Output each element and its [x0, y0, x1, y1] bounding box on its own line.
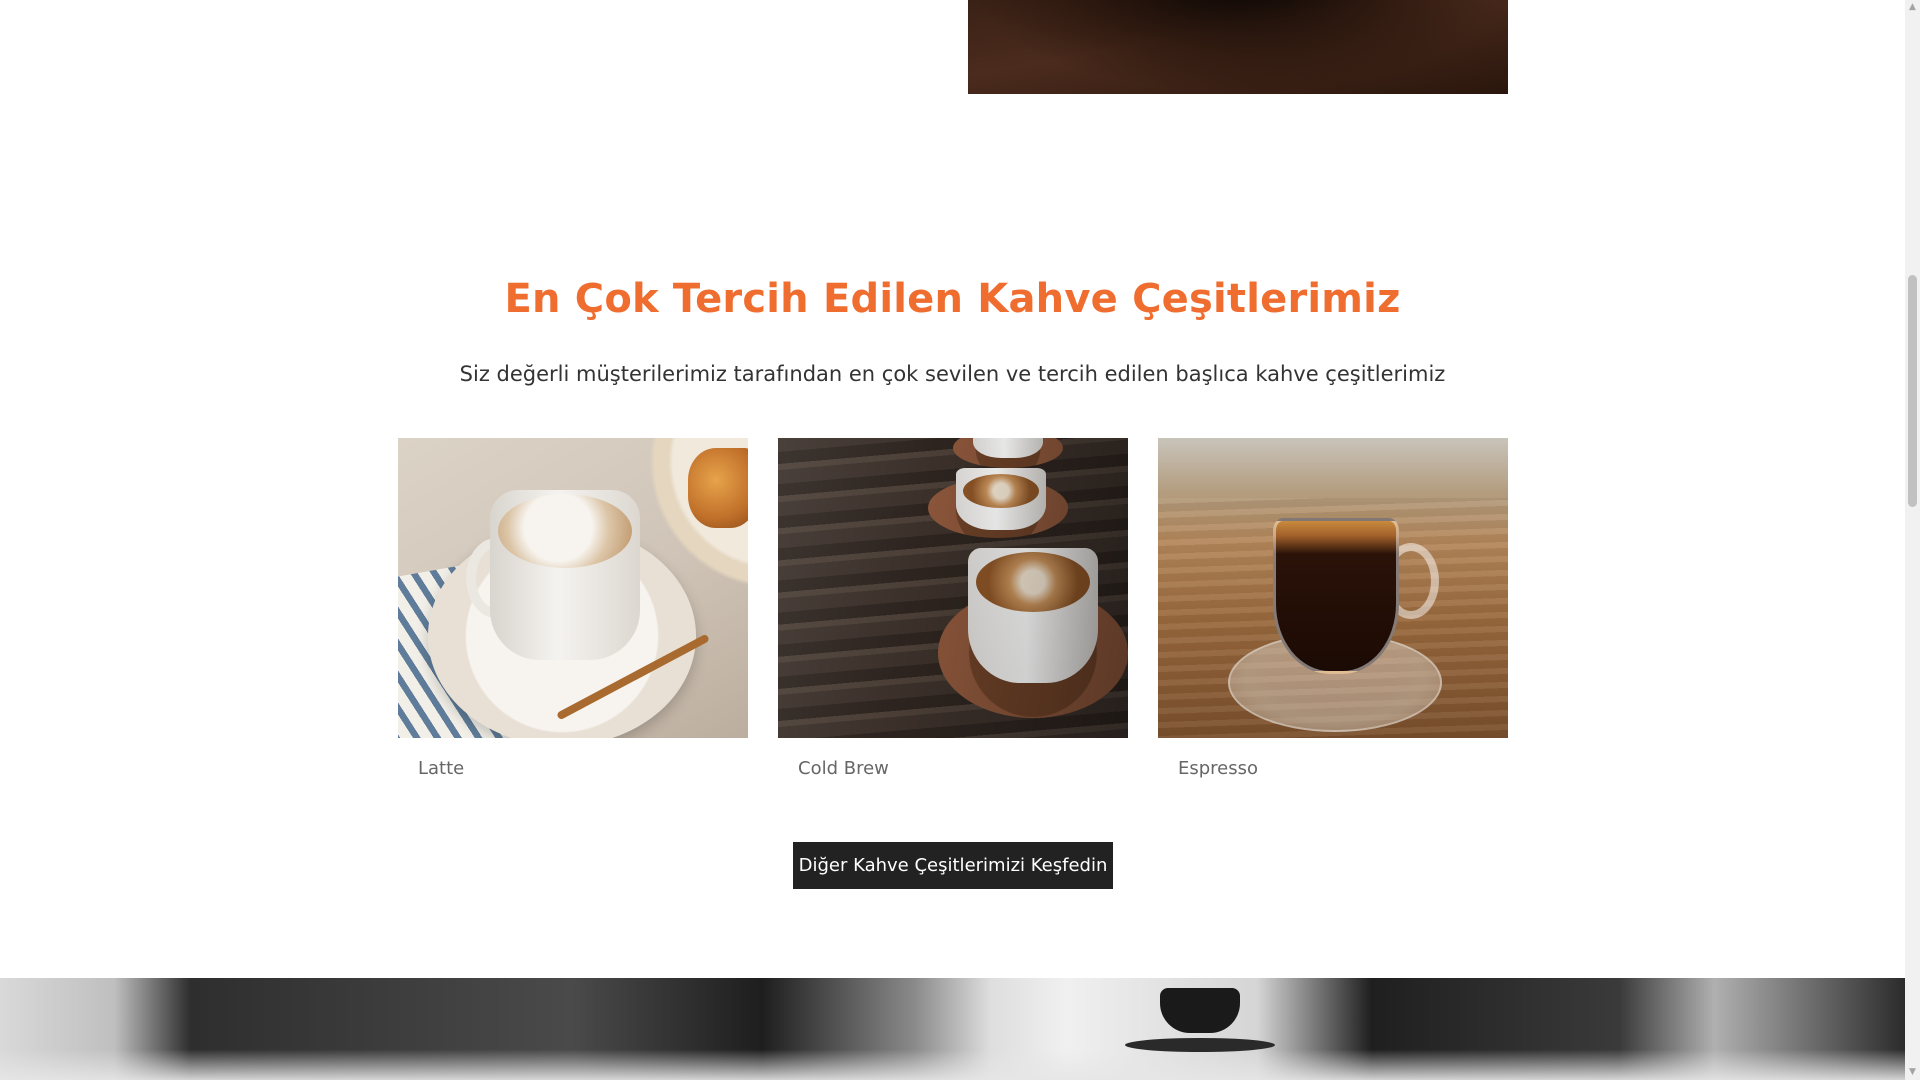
- previous-section-image: [968, 0, 1508, 94]
- section-title: En Çok Tercih Edilen Kahve Çeşitlerimiz: [504, 276, 1401, 322]
- saucer: [1125, 1038, 1275, 1052]
- espresso-photo[interactable]: [1158, 438, 1508, 738]
- latte-photo[interactable]: [398, 438, 748, 738]
- product-caption: Cold Brew: [798, 758, 889, 779]
- product-card-latte[interactable]: Latte: [398, 438, 748, 779]
- product-card-cold-brew[interactable]: Cold Brew: [778, 438, 1128, 779]
- next-section-banner: [0, 978, 1905, 1080]
- cold-brew-photo[interactable]: [778, 438, 1128, 738]
- espresso-glass: [1273, 518, 1399, 674]
- product-card-espresso[interactable]: Espresso: [1158, 438, 1508, 779]
- section-subtitle: Siz değerli müşterilerimiz tarafından en…: [459, 362, 1446, 386]
- explore-coffees-button[interactable]: Diğer Kahve Çeşitlerimizi Keşfedin: [793, 842, 1113, 889]
- photo-shade: [778, 438, 1128, 738]
- coffee-cup: [1160, 988, 1240, 1033]
- scroll-down-icon[interactable]: ▼: [1905, 1065, 1920, 1080]
- pastry: [688, 448, 748, 528]
- page: En Çok Tercih Edilen Kahve Çeşitlerimiz …: [0, 0, 1905, 1080]
- product-caption: Latte: [418, 758, 465, 779]
- latte-foam: [498, 494, 632, 568]
- scroll-up-icon[interactable]: ▲: [1905, 0, 1920, 15]
- scrollbar-thumb[interactable]: [1908, 275, 1917, 507]
- product-caption: Espresso: [1178, 758, 1259, 779]
- vertical-scrollbar[interactable]: ▲ ▼: [1905, 0, 1920, 1080]
